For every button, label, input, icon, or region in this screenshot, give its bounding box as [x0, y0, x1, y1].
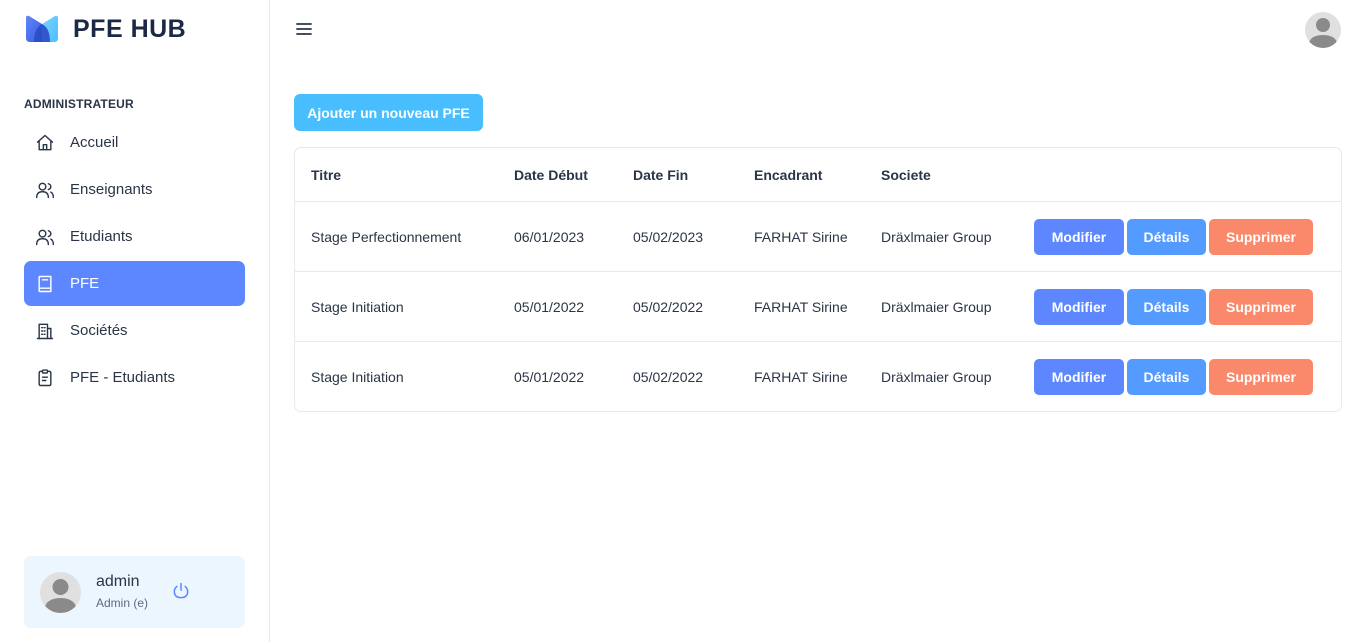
- sidebar-section-label: ADMINISTRATEUR: [24, 97, 134, 111]
- logout-power-icon[interactable]: [171, 581, 191, 601]
- cell-titre: Stage Perfectionnement: [311, 229, 462, 245]
- delete-button[interactable]: Supprimer: [1209, 359, 1313, 395]
- sidebar-item-enseignants[interactable]: Enseignants: [24, 167, 245, 212]
- users-icon: [35, 180, 55, 200]
- table-header: Titre Date Début Date Fin Encadrant Soci…: [295, 148, 1341, 202]
- cell-date-debut: 05/01/2022: [514, 369, 585, 385]
- sidebar-item-label: Enseignants: [70, 181, 153, 198]
- add-pfe-button[interactable]: Ajouter un nouveau PFE: [294, 94, 483, 131]
- cell-date-fin: 05/02/2022: [633, 299, 704, 315]
- details-button[interactable]: Détails: [1127, 289, 1206, 325]
- sidebar-item-label: PFE - Etudiants: [70, 369, 176, 386]
- sidebar-item-label: Accueil: [70, 134, 119, 151]
- cell-societe: Dräxlmaier Group: [881, 229, 992, 245]
- building-icon: [35, 321, 55, 341]
- cell-date-fin: 05/02/2022: [633, 369, 704, 385]
- sidebar-nav: Accueil Enseignants Etudiants PFE Sociét…: [24, 120, 245, 402]
- sidebar-item-etudiants[interactable]: Etudiants: [24, 214, 245, 259]
- cell-societe: Dräxlmaier Group: [881, 369, 992, 385]
- pfe-table: Titre Date Début Date Fin Encadrant Soci…: [294, 147, 1342, 412]
- cell-date-debut: 05/01/2022: [514, 299, 585, 315]
- edit-button[interactable]: Modifier: [1034, 219, 1124, 255]
- delete-button[interactable]: Supprimer: [1209, 289, 1313, 325]
- sidebar-item-accueil[interactable]: Accueil: [24, 120, 245, 165]
- avatar[interactable]: [40, 572, 81, 613]
- user-name: admin: [96, 573, 140, 590]
- cell-societe: Dräxlmaier Group: [881, 299, 992, 315]
- edit-button[interactable]: Modifier: [1034, 289, 1124, 325]
- brand-name: PFE HUB: [73, 14, 187, 43]
- column-header-titre: Titre: [311, 167, 342, 183]
- column-header-societe: Societe: [881, 167, 931, 183]
- sidebar: PFE HUB ADMINISTRATEUR Accueil Enseignan…: [0, 0, 270, 642]
- sidebar-item-label: Etudiants: [70, 228, 133, 245]
- header-avatar[interactable]: [1305, 12, 1341, 48]
- brand-logo-icon: [24, 14, 60, 44]
- brand[interactable]: PFE HUB: [24, 14, 186, 44]
- menu-toggle-icon[interactable]: [294, 19, 314, 39]
- details-button[interactable]: Détails: [1127, 219, 1206, 255]
- table-row: Stage Perfectionnement 06/01/2023 05/02/…: [295, 202, 1341, 272]
- home-icon: [35, 133, 55, 153]
- cell-encadrant: FARHAT Sirine: [754, 369, 848, 385]
- sidebar-item-label: PFE: [70, 275, 100, 292]
- column-header-encadrant: Encadrant: [754, 167, 823, 183]
- table-row: Stage Initiation 05/01/2022 05/02/2022 F…: [295, 272, 1341, 342]
- details-button[interactable]: Détails: [1127, 359, 1206, 395]
- cell-titre: Stage Initiation: [311, 299, 404, 315]
- sidebar-item-pfe-etudiants[interactable]: PFE - Etudiants: [24, 355, 245, 400]
- cell-titre: Stage Initiation: [311, 369, 404, 385]
- book-icon: [35, 274, 55, 294]
- cell-date-fin: 05/02/2023: [633, 229, 704, 245]
- clipboard-icon: [35, 368, 55, 388]
- users-icon: [35, 227, 55, 247]
- delete-button[interactable]: Supprimer: [1209, 219, 1313, 255]
- cell-encadrant: FARHAT Sirine: [754, 299, 848, 315]
- table-row: Stage Initiation 05/01/2022 05/02/2022 F…: [295, 342, 1341, 412]
- column-header-date-debut: Date Début: [514, 167, 588, 183]
- sidebar-item-label: Sociétés: [70, 322, 128, 339]
- edit-button[interactable]: Modifier: [1034, 359, 1124, 395]
- user-role: Admin (e): [96, 596, 149, 610]
- user-profile-card: admin Admin (e): [24, 556, 245, 628]
- sidebar-item-societes[interactable]: Sociétés: [24, 308, 245, 353]
- cell-encadrant: FARHAT Sirine: [754, 229, 848, 245]
- cell-date-debut: 06/01/2023: [514, 229, 585, 245]
- column-header-date-fin: Date Fin: [633, 167, 689, 183]
- sidebar-item-pfe[interactable]: PFE: [24, 261, 245, 306]
